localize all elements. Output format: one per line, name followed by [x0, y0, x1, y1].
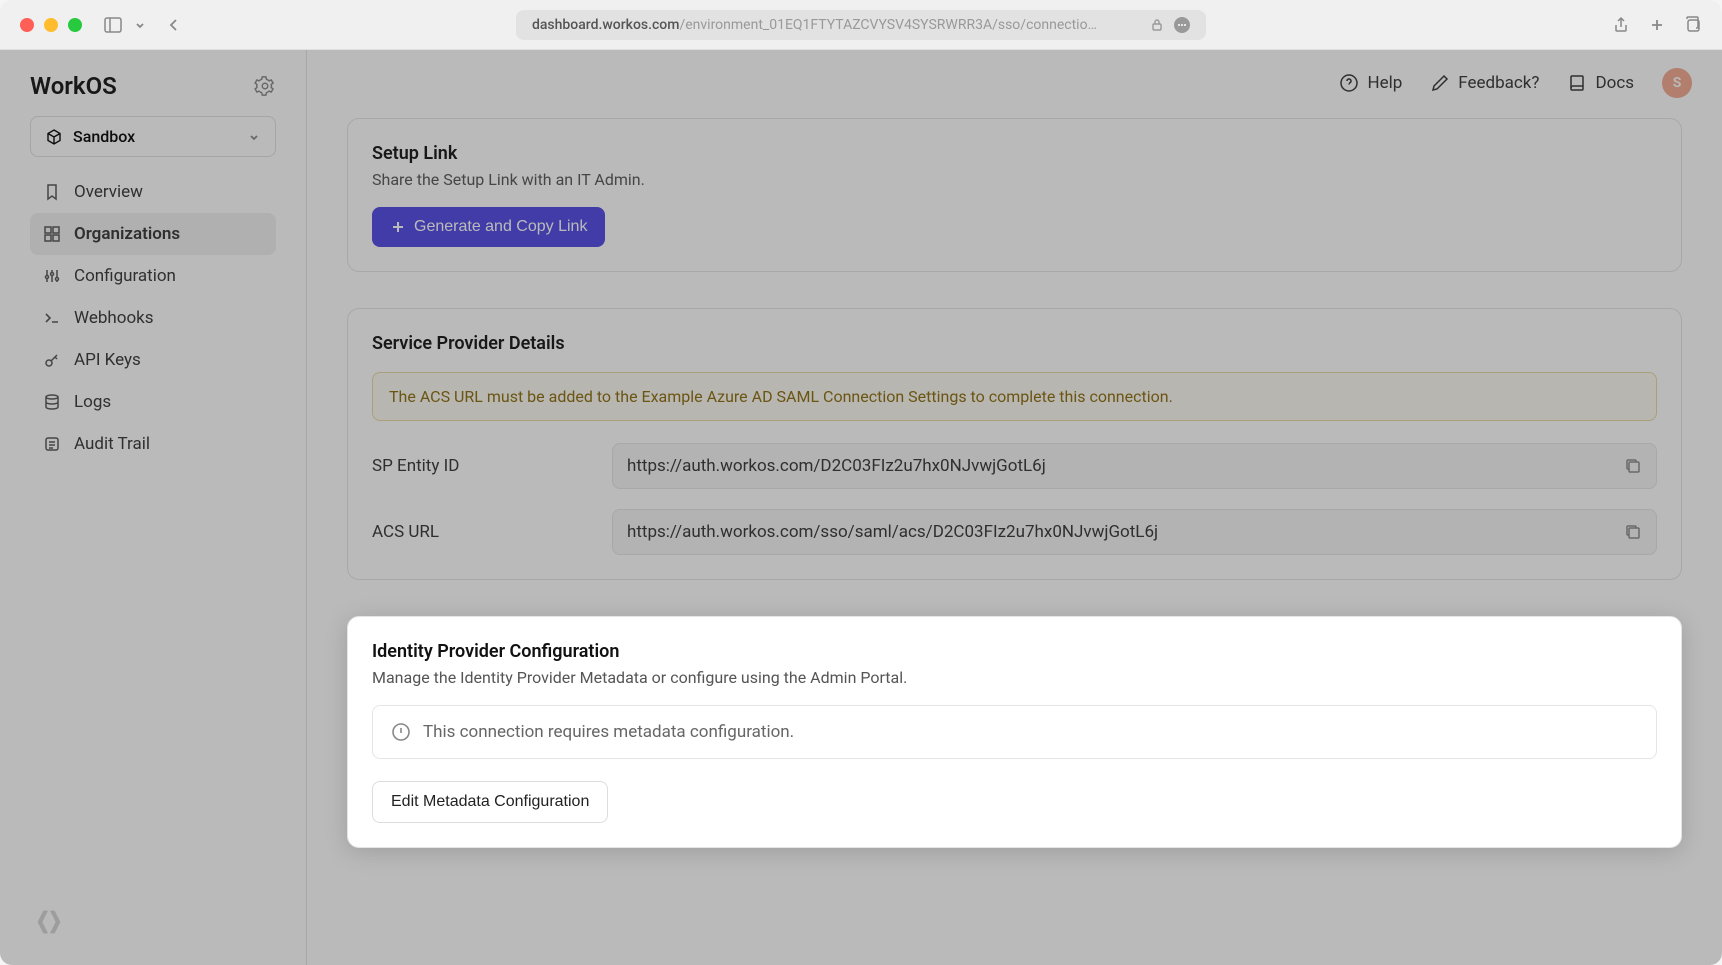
copy-icon[interactable] [1624, 457, 1642, 475]
avatar-initial: S [1673, 75, 1682, 91]
sidebar-item-label: Overview [74, 182, 143, 202]
acs-url-value[interactable]: https://auth.workos.com/sso/saml/acs/D2C… [612, 509, 1657, 555]
back-icon[interactable] [168, 17, 180, 33]
sidebar-item-webhooks[interactable]: Webhooks [30, 297, 276, 339]
cube-icon [45, 128, 63, 146]
sidebar-item-label: Webhooks [74, 308, 154, 328]
sidebar-item-overview[interactable]: Overview [30, 171, 276, 213]
gear-icon[interactable] [254, 75, 276, 97]
feedback-link[interactable]: Feedback? [1430, 73, 1539, 93]
main-content: Help Feedback? Docs S Setup Link [307, 50, 1722, 965]
avatar[interactable]: S [1662, 68, 1692, 98]
sp-entity-label: SP Entity ID [372, 456, 592, 476]
docs-link[interactable]: Docs [1567, 73, 1634, 93]
sp-warning: The ACS URL must be added to the Example… [372, 372, 1657, 421]
idp-title: Identity Provider Configuration [372, 641, 1657, 662]
pencil-icon [1430, 73, 1450, 93]
sidebar-item-label: Organizations [74, 224, 180, 244]
sp-entity-row: SP Entity ID https://auth.workos.com/D2C… [372, 443, 1657, 489]
copy-icon[interactable] [1624, 523, 1642, 541]
bookmark-icon [42, 183, 62, 201]
browser-toolbar: dashboard.workos.com /environment_01EQ1F… [0, 0, 1722, 50]
sidebar-item-apikeys[interactable]: API Keys [30, 339, 276, 381]
acs-url-label: ACS URL [372, 522, 592, 542]
generate-link-label: Generate and Copy Link [414, 218, 587, 236]
key-icon [42, 351, 62, 369]
address-bar[interactable]: dashboard.workos.com /environment_01EQ1F… [516, 10, 1206, 40]
alert-icon [391, 722, 411, 742]
reader-icon[interactable] [1174, 17, 1190, 33]
idp-config-panel: Identity Provider Configuration Manage t… [347, 616, 1682, 848]
sp-entity-value[interactable]: https://auth.workos.com/D2C03FIz2u7hx0NJ… [612, 443, 1657, 489]
sidebar-item-label: Configuration [74, 266, 176, 286]
maximize-window-icon[interactable] [68, 18, 82, 32]
sliders-icon [42, 267, 62, 285]
help-icon [1339, 73, 1359, 93]
sp-details-panel: Service Provider Details The ACS URL mus… [347, 308, 1682, 580]
sidebar: WorkOS Sandbox Overview Orga [0, 50, 307, 965]
workos-brandmark-icon [30, 903, 68, 941]
sp-entity-text: https://auth.workos.com/D2C03FIz2u7hx0NJ… [627, 456, 1046, 476]
plus-icon [390, 219, 406, 235]
edit-metadata-button[interactable]: Edit Metadata Configuration [372, 781, 608, 823]
book-icon [1567, 73, 1587, 93]
feedback-label: Feedback? [1458, 73, 1539, 93]
logo: WorkOS [30, 72, 117, 100]
environment-label: Sandbox [73, 127, 135, 146]
idp-subtitle: Manage the Identity Provider Metadata or… [372, 668, 1657, 687]
sidebar-item-label: API Keys [74, 350, 141, 370]
lock-icon [1150, 18, 1164, 32]
close-window-icon[interactable] [20, 18, 34, 32]
tabs-icon[interactable] [1684, 16, 1702, 34]
database-icon [42, 393, 62, 411]
sp-title: Service Provider Details [372, 333, 1657, 354]
docs-label: Docs [1595, 73, 1634, 93]
acs-url-row: ACS URL https://auth.workos.com/sso/saml… [372, 509, 1657, 555]
chevron-down-icon [247, 130, 261, 144]
help-link[interactable]: Help [1339, 73, 1402, 93]
help-label: Help [1367, 73, 1402, 93]
sidebar-item-logs[interactable]: Logs [30, 381, 276, 423]
url-host: dashboard.workos.com [532, 17, 679, 33]
minimize-window-icon[interactable] [44, 18, 58, 32]
setup-link-title: Setup Link [372, 143, 1657, 164]
environment-selector[interactable]: Sandbox [30, 116, 276, 157]
setup-link-subtitle: Share the Setup Link with an IT Admin. [372, 170, 1657, 189]
terminal-icon [42, 309, 62, 327]
list-icon [42, 435, 62, 453]
grid-icon [42, 225, 62, 243]
sidebar-item-audittrail[interactable]: Audit Trail [30, 423, 276, 465]
idp-info: This connection requires metadata config… [372, 705, 1657, 759]
url-path: /environment_01EQ1FTYTAZCVYSV4SYSRWRR3A/… [679, 17, 1099, 33]
sidebar-item-label: Audit Trail [74, 434, 150, 454]
sidebar-item-label: Logs [74, 392, 111, 412]
idp-info-text: This connection requires metadata config… [423, 722, 794, 742]
setup-link-panel: Setup Link Share the Setup Link with an … [347, 118, 1682, 272]
acs-url-text: https://auth.workos.com/sso/saml/acs/D2C… [627, 522, 1158, 542]
topbar: Help Feedback? Docs S [307, 50, 1722, 108]
traffic-lights [20, 18, 82, 32]
share-icon[interactable] [1612, 16, 1630, 34]
sidebar-toggle-icon[interactable] [104, 17, 122, 33]
new-tab-icon[interactable] [1648, 16, 1666, 34]
edit-metadata-label: Edit Metadata Configuration [391, 793, 589, 811]
sidebar-item-organizations[interactable]: Organizations [30, 213, 276, 255]
chevron-down-icon[interactable] [134, 19, 146, 31]
sidebar-item-configuration[interactable]: Configuration [30, 255, 276, 297]
generate-link-button[interactable]: Generate and Copy Link [372, 207, 605, 247]
